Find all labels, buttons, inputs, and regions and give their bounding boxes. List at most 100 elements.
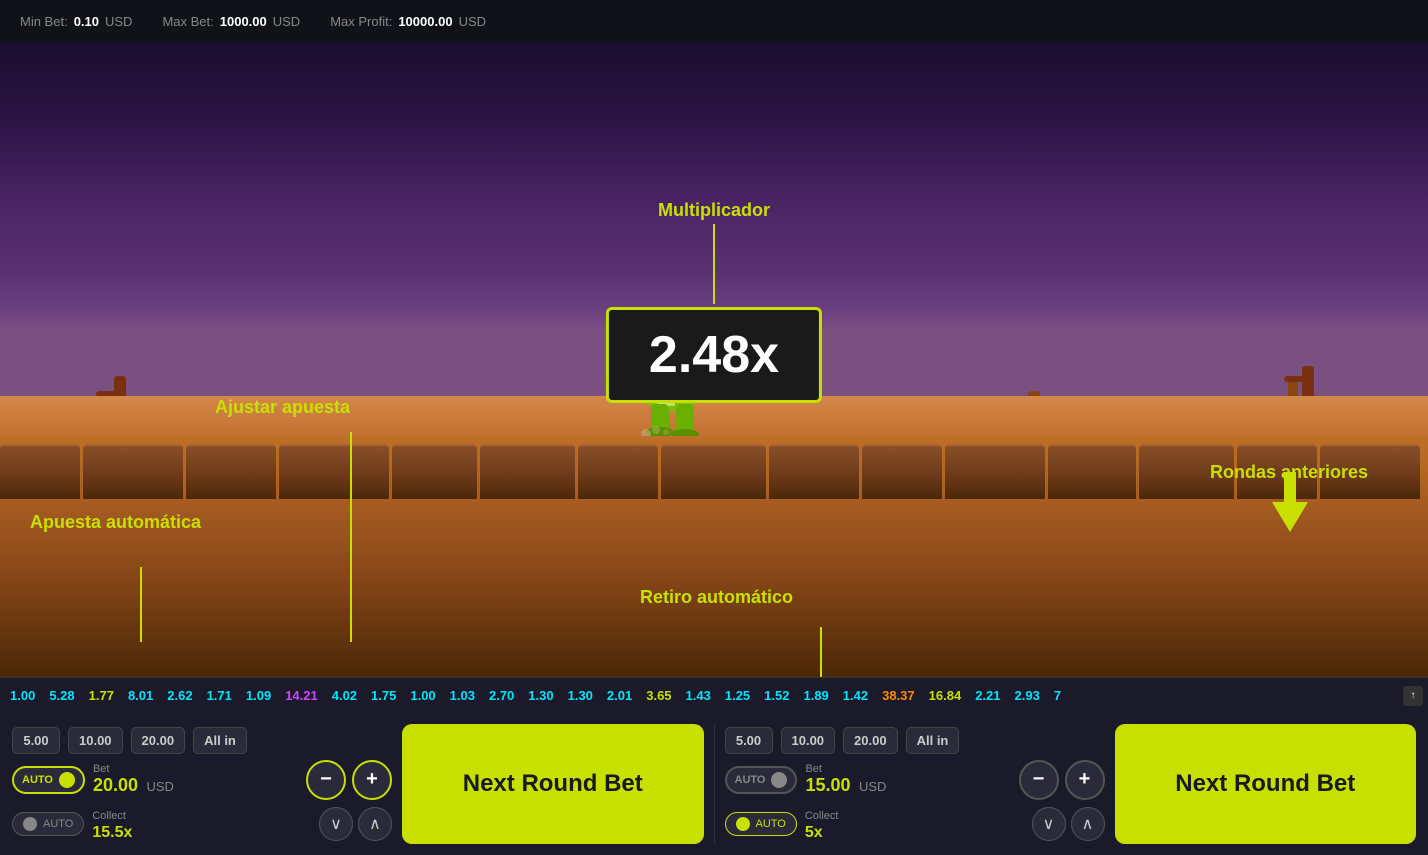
round-value: 1.00 (410, 688, 435, 703)
round-value: 1.89 (803, 688, 828, 703)
bet-currency-2: USD (859, 779, 886, 794)
round-value: 1.30 (568, 688, 593, 703)
collect-toggle-circle-1 (23, 817, 37, 831)
round-value: 8.01 (128, 688, 153, 703)
collect-toggle-1[interactable]: AUTO (12, 812, 84, 836)
min-bet-info: Min Bet: 0.10 USD (20, 14, 132, 29)
round-value: 4.02 (332, 688, 357, 703)
rock (480, 444, 575, 499)
max-profit-label: Max Profit: (330, 14, 392, 29)
collect-row-2: AUTO Collect 5x ∨ ∧ (725, 806, 1105, 842)
rock (279, 444, 389, 499)
bet-value-1: 20.00 (93, 775, 138, 795)
collect-increase-1[interactable]: ∧ (358, 807, 392, 841)
max-profit-info: Max Profit: 10000.00 USD (330, 14, 486, 29)
quick-bets-row-1: 5.00 10.00 20.00 All in (12, 727, 392, 754)
multiplier-box: 2.48x (606, 307, 822, 403)
quick-bet-2-allin[interactable]: All in (906, 727, 960, 754)
bet-decrease-1[interactable]: − (306, 760, 346, 800)
top-bar: Min Bet: 0.10 USD Max Bet: 1000.00 USD M… (0, 0, 1428, 42)
next-round-btn-1[interactable]: Next Round Bet (402, 724, 704, 844)
quick-bet-2-10[interactable]: 10.00 (781, 727, 836, 754)
round-value: 1.52 (764, 688, 789, 703)
apuesta-auto-line (140, 567, 142, 642)
quick-bet-1-10[interactable]: 10.00 (68, 727, 123, 754)
auto-toggle-1[interactable]: AUTO (12, 766, 85, 794)
auto-toggle-2[interactable]: AUTO (725, 766, 798, 794)
bet-increase-1[interactable]: + (352, 760, 392, 800)
max-profit-value: 10000.00 (398, 14, 452, 29)
quick-bet-1-allin[interactable]: All in (193, 727, 247, 754)
bet-amount-display-1: Bet 20.00 USD (93, 763, 174, 796)
bet-controls-row-2: AUTO Bet 15.00 USD − + (725, 760, 1105, 800)
round-value: 2.93 (1015, 688, 1040, 703)
round-value: 1.71 (207, 688, 232, 703)
min-bet-label: Min Bet: (20, 14, 68, 29)
quick-bet-2-5[interactable]: 5.00 (725, 727, 773, 754)
round-value: 3.65 (646, 688, 671, 703)
max-bet-value: 1000.00 (220, 14, 267, 29)
rock (186, 444, 276, 499)
round-value: 2.62 (167, 688, 192, 703)
min-bet-value: 0.10 (74, 14, 99, 29)
auto-dot-2 (771, 772, 787, 788)
collect-value-2: 5x (805, 824, 823, 841)
bet-panel-1: 5.00 10.00 20.00 All in AUTO Bet 20.00 U… (12, 727, 392, 842)
auto-collect-label-2: AUTO (756, 818, 786, 830)
bet-adjust-1: − + (306, 760, 392, 800)
rock (1237, 444, 1317, 499)
rock (578, 444, 658, 499)
round-value: 16.84 (929, 688, 962, 703)
round-value: 1.43 (686, 688, 711, 703)
collect-decrease-2[interactable]: ∨ (1032, 807, 1066, 841)
collect-amount-2: Collect 5x (805, 806, 839, 842)
collect-decrease-1[interactable]: ∨ (319, 807, 353, 841)
quick-bet-2-20[interactable]: 20.00 (843, 727, 898, 754)
rondas-arrow-stem (1284, 472, 1296, 507)
bet-label-2: Bet (805, 763, 886, 775)
rounds-ticker: 1.005.281.778.012.621.711.0914.214.021.7… (0, 677, 1428, 713)
retiro-auto-line (820, 627, 822, 677)
bet-controls-row-1: AUTO Bet 20.00 USD − + (12, 760, 392, 800)
next-round-btn-2[interactable]: Next Round Bet (1115, 724, 1417, 844)
collect-adjust-1: ∨ ∧ (319, 807, 392, 841)
round-value: 1.03 (450, 688, 475, 703)
round-value: 1.25 (725, 688, 750, 703)
collect-label-2: Collect (805, 810, 839, 822)
rock (1139, 444, 1234, 499)
rocks-row (0, 444, 1428, 499)
rock (769, 444, 859, 499)
rock (0, 444, 80, 499)
quick-bet-1-20[interactable]: 20.00 (131, 727, 186, 754)
round-value: 1.75 (371, 688, 396, 703)
quick-bet-1-5[interactable]: 5.00 (12, 727, 60, 754)
rock (1048, 444, 1136, 499)
bet-currency-1: USD (146, 779, 173, 794)
auto-collect-label-1: AUTO (43, 818, 73, 830)
max-bet-label: Max Bet: (162, 14, 213, 29)
collect-value-1: 15.5x (92, 824, 132, 841)
max-bet-currency: USD (273, 14, 300, 29)
rock (862, 444, 942, 499)
min-bet-currency: USD (105, 14, 132, 29)
collect-toggle-2[interactable]: AUTO (725, 812, 797, 836)
collect-row-1: AUTO Collect 15.5x ∨ ∧ (12, 806, 392, 842)
bet-label-1: Bet (93, 763, 174, 775)
bottom-controls: 5.00 10.00 20.00 All in AUTO Bet 20.00 U… (0, 713, 1428, 855)
rock (1320, 444, 1420, 499)
round-value: 1.00 (10, 688, 35, 703)
bet-value-2: 15.00 (805, 775, 850, 795)
collect-amount-1: Collect 15.5x (92, 806, 132, 842)
max-profit-currency: USD (459, 14, 486, 29)
round-value: 7 (1054, 688, 1061, 703)
rock (83, 444, 183, 499)
round-value: 38.37 (882, 688, 915, 703)
quick-bets-row-2: 5.00 10.00 20.00 All in (725, 727, 1105, 754)
bet-increase-2[interactable]: + (1065, 760, 1105, 800)
bet-panel-2: 5.00 10.00 20.00 All in AUTO Bet 15.00 U… (725, 727, 1105, 842)
ajustar-line (350, 432, 352, 642)
round-value: 1.09 (246, 688, 271, 703)
rounds-scroll-btn[interactable]: ↑ (1403, 686, 1423, 706)
bet-decrease-2[interactable]: − (1019, 760, 1059, 800)
collect-increase-2[interactable]: ∧ (1071, 807, 1105, 841)
